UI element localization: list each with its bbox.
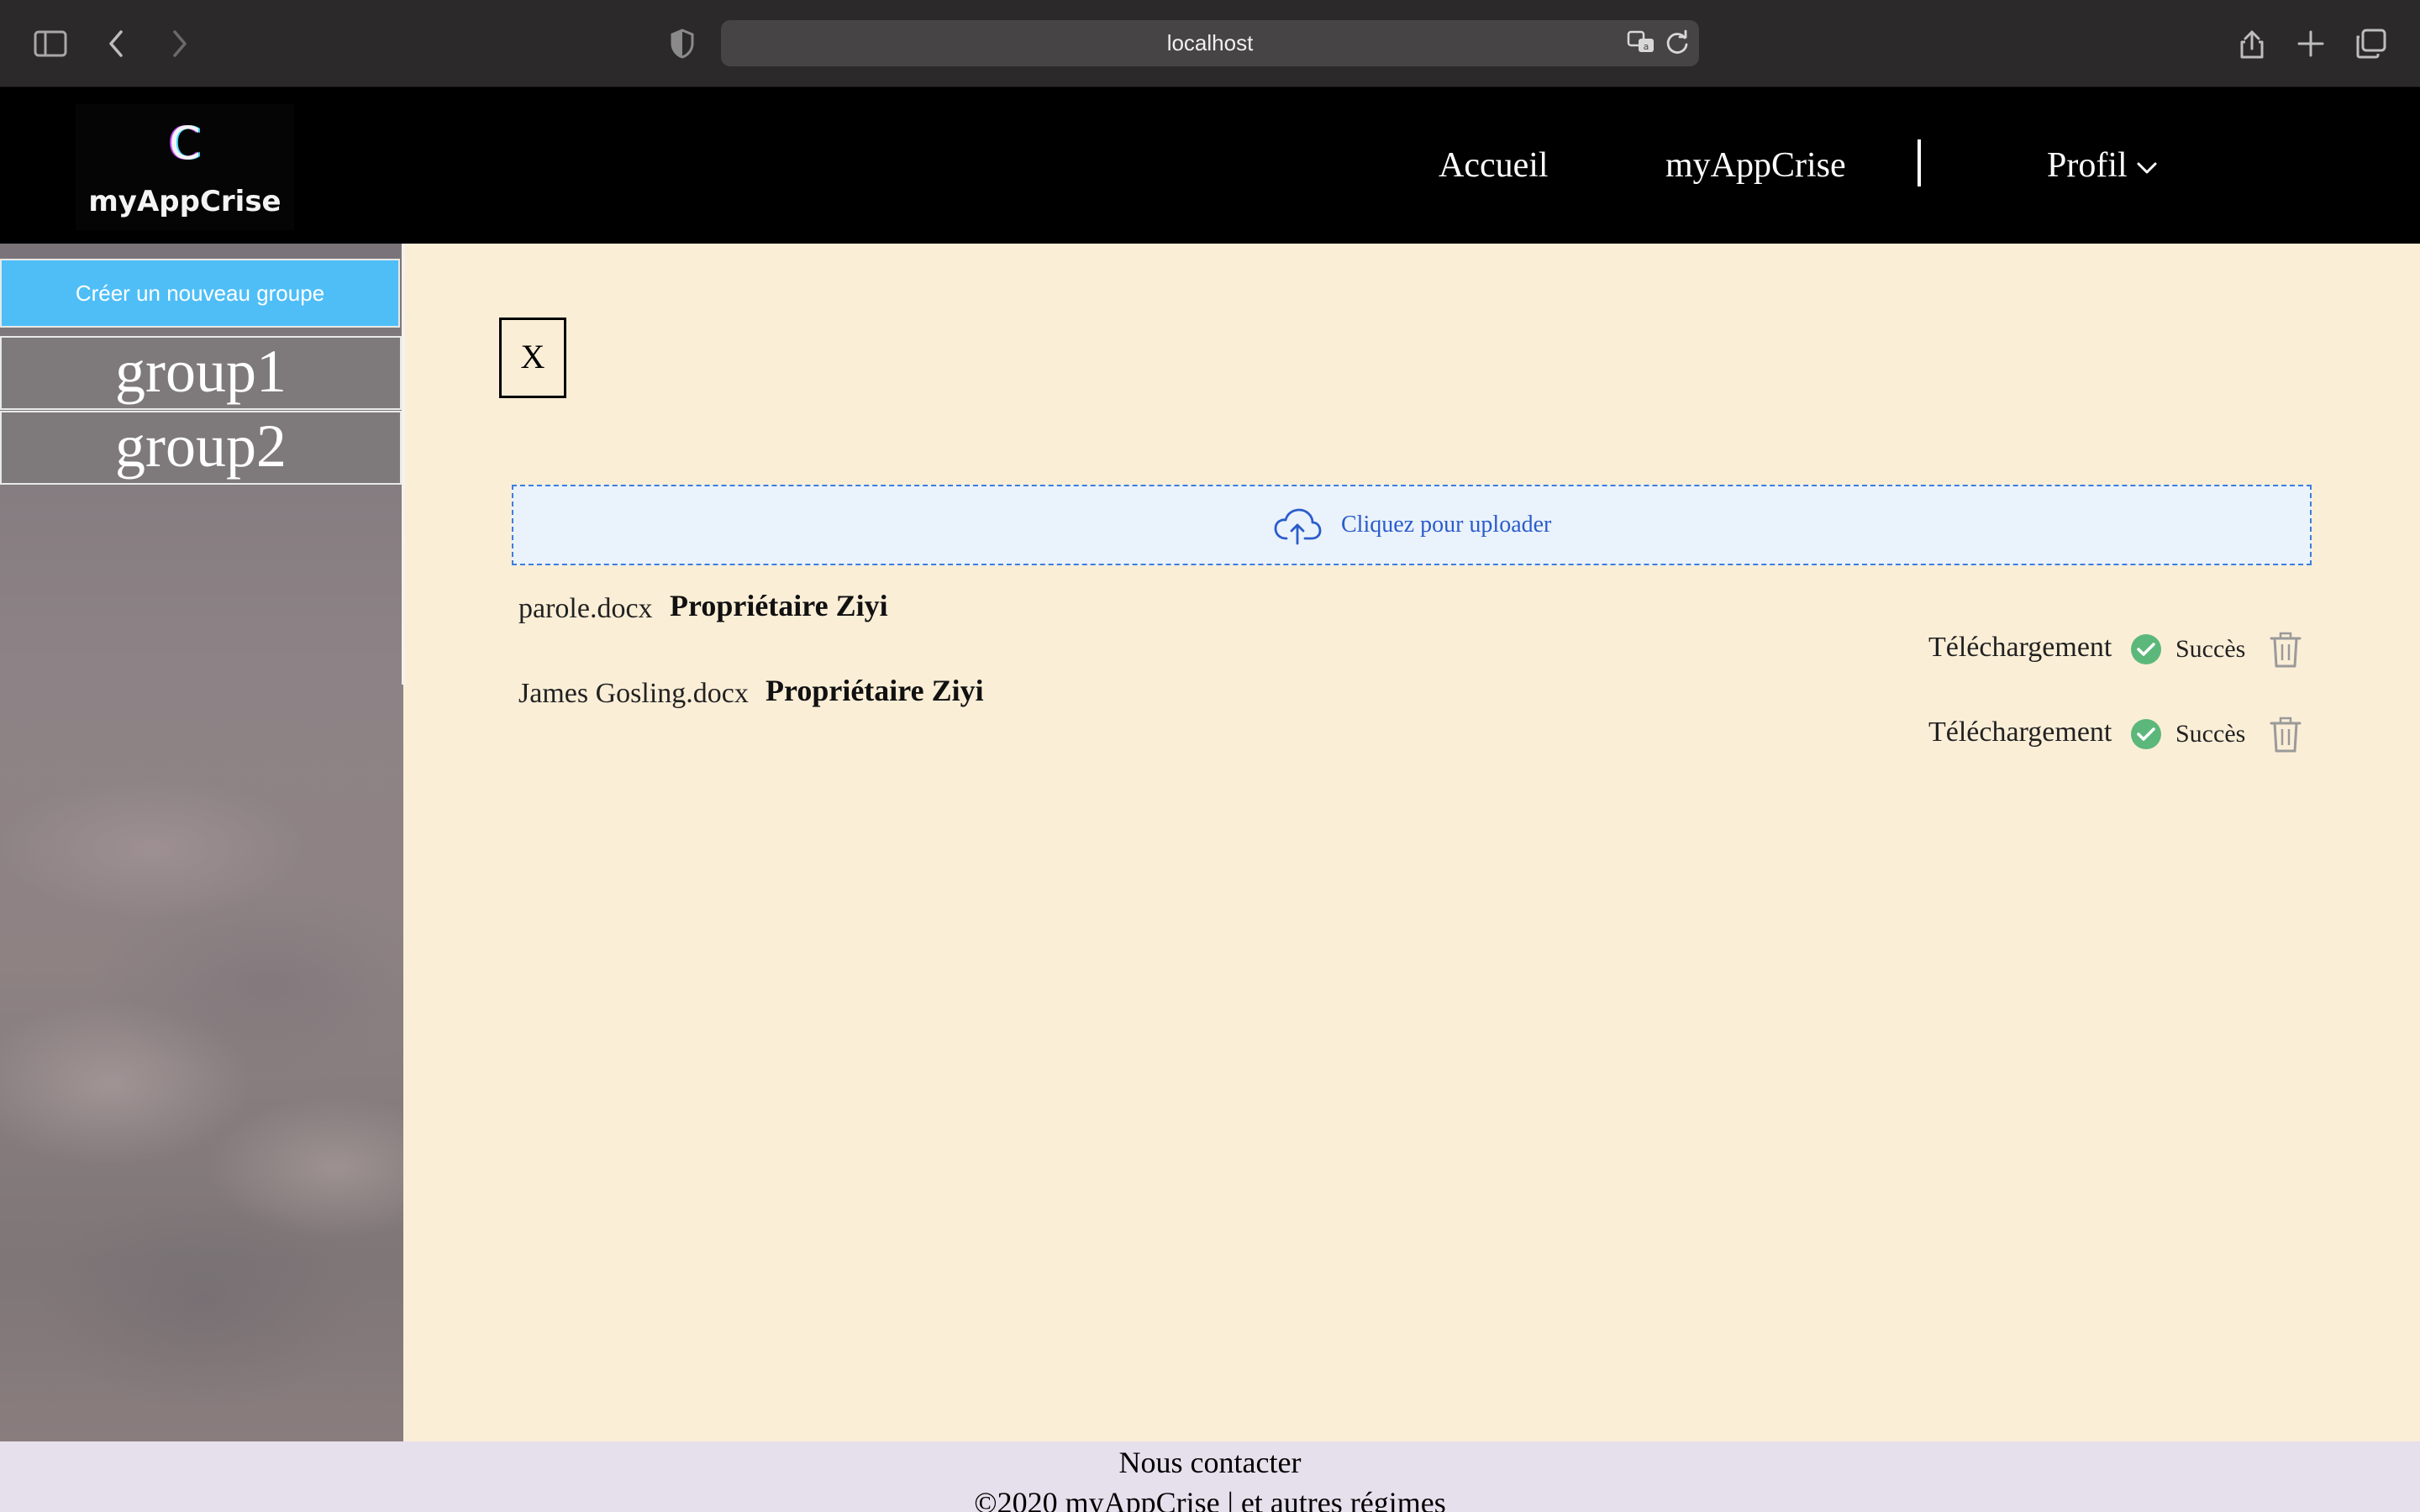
upload-label: Cliquez pour uploader [1341,512,1552,538]
group-item[interactable]: group1 [0,336,402,410]
cloud-upload-icon [1274,508,1322,545]
chevron-down-icon [2137,162,2157,174]
close-button[interactable]: X [499,318,566,398]
nav-profile-label: Profil [2047,146,2128,185]
contact-link[interactable]: Nous contacter [0,1445,2420,1480]
nav-divider [1918,139,1921,186]
share-icon[interactable] [2233,25,2270,62]
file-name: parole.docx [518,593,653,624]
upload-dropzone[interactable]: Cliquez pour uploader [512,485,2312,565]
group-item[interactable]: group2 [0,411,402,485]
file-row: parole.docx Propriétaire Ziyi Télécharge… [518,573,2317,668]
success-check-icon [2131,719,2161,749]
file-name: James Gosling.docx [518,678,749,709]
site-footer: Nous contacter ©2020 myAppCrise | et aut… [0,1441,2420,1512]
address-bar[interactable]: localhost a [721,20,1699,66]
privacy-shield-icon[interactable] [664,25,701,62]
create-group-button[interactable]: Créer un nouveau groupe [0,259,400,328]
upload-status: Succès [2175,720,2246,748]
sidebar-toggle-icon[interactable] [32,25,69,62]
svg-text:a: a [1644,41,1649,52]
file-owner: Propriétaire Ziyi [670,589,888,622]
logo-mark: C [169,117,201,170]
browser-toolbar: localhost a [0,0,2420,87]
sidebar-edge [402,244,405,685]
forward-icon[interactable] [160,25,197,62]
group-sidebar: Créer un nouveau groupe group1 group2 [0,244,403,1441]
file-row: James Gosling.docx Propriétaire Ziyi Tél… [518,658,2317,753]
trash-icon[interactable] [2268,717,2303,753]
download-link[interactable]: Téléchargement [1928,717,2112,748]
app-logo[interactable]: C myAppCrise [76,104,294,230]
nav-app-link[interactable]: myAppCrise [1665,136,1846,195]
reload-icon[interactable] [1662,28,1692,58]
nav-profile-dropdown[interactable]: Profil [2047,136,2160,195]
tab-overview-icon[interactable] [2353,25,2390,62]
new-tab-icon[interactable] [2292,25,2329,62]
nav-home-link[interactable]: Accueil [1439,136,1549,195]
back-icon[interactable] [99,25,136,62]
address-url: localhost [1166,30,1254,55]
site-header: C myAppCrise Accueil myAppCrise Profil [0,87,2420,244]
copyright-text: ©2020 myAppCrise | et autres régimes [974,1486,1446,1512]
logo-text: myAppCrise [88,185,281,218]
translate-icon[interactable]: a [1625,25,1659,59]
file-owner: Propriétaire Ziyi [765,674,984,707]
